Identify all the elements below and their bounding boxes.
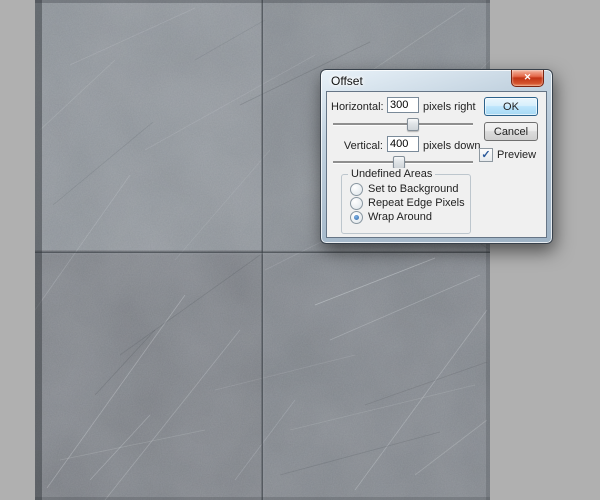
vertical-unit-label: pixels down — [423, 140, 481, 152]
horizontal-slider-thumb[interactable] — [406, 118, 419, 131]
close-icon: ✕ — [523, 72, 532, 82]
undefined-areas-title: Undefined Areas — [348, 168, 436, 180]
radio-label: Wrap Around — [368, 211, 433, 223]
close-button[interactable]: ✕ — [511, 70, 544, 87]
undefined-areas-group: Undefined Areas Set to Background Repeat… — [341, 168, 471, 234]
radio-label: Set to Background — [368, 183, 459, 195]
dialog-title: Offset — [331, 74, 363, 88]
vertical-slider[interactable] — [333, 155, 473, 169]
horizontal-input[interactable] — [387, 97, 419, 113]
radio-icon[interactable] — [350, 210, 363, 224]
radio-icon[interactable] — [350, 196, 363, 210]
offset-dialog: Offset ✕ Horizontal: pixels right OK Can… — [320, 69, 553, 244]
cancel-button[interactable]: Cancel — [484, 122, 538, 141]
preview-checkbox[interactable]: ✓ Preview — [479, 148, 536, 162]
ok-button[interactable]: OK — [484, 97, 538, 116]
radio-wrap-around[interactable]: Wrap Around — [350, 210, 433, 224]
slider-track — [333, 123, 473, 126]
radio-set-to-background[interactable]: Set to Background — [350, 182, 459, 196]
dialog-titlebar[interactable]: Offset ✕ — [321, 70, 552, 91]
checkbox-icon[interactable]: ✓ — [479, 148, 493, 162]
check-mark-icon: ✓ — [481, 148, 491, 161]
horizontal-slider[interactable] — [333, 117, 473, 131]
horizontal-unit-label: pixels right — [423, 101, 476, 113]
radio-icon[interactable] — [350, 182, 363, 196]
vertical-label: Vertical: — [343, 140, 383, 152]
dialog-body: Horizontal: pixels right OK Cancel Verti… — [326, 91, 547, 238]
preview-label: Preview — [497, 149, 537, 161]
radio-label: Repeat Edge Pixels — [368, 197, 465, 209]
horizontal-label: Horizontal: — [331, 101, 384, 113]
radio-repeat-edge-pixels[interactable]: Repeat Edge Pixels — [350, 196, 465, 210]
vertical-input[interactable] — [387, 136, 419, 152]
